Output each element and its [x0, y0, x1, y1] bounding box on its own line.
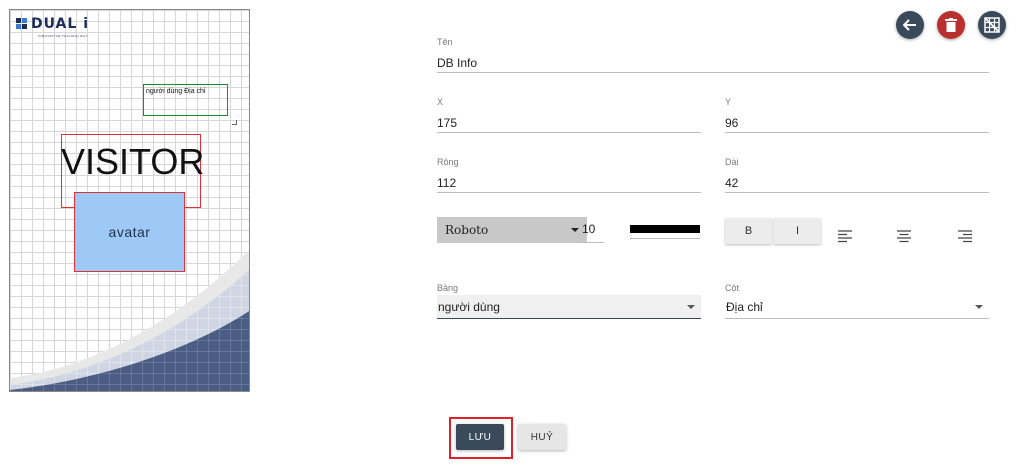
- delete-button[interactable]: [937, 11, 965, 39]
- column-value: Địa chỉ: [726, 299, 763, 314]
- width-label: Rộng: [437, 157, 459, 167]
- visitor-text: VISITOR: [61, 141, 205, 182]
- selected-text-field[interactable]: người dùng Địa chỉ: [143, 84, 228, 116]
- italic-toggle[interactable]: I: [774, 218, 821, 244]
- save-button[interactable]: LƯU: [456, 424, 504, 450]
- name-value[interactable]: DB Info: [437, 56, 989, 70]
- avatar-label: avatar: [108, 224, 151, 240]
- align-right-icon[interactable]: [958, 230, 972, 243]
- table-label: Bảng: [437, 283, 459, 293]
- width-value[interactable]: 112: [437, 176, 701, 190]
- logo-tagline: INNOVATIVE TECHNOLOGY: [38, 34, 89, 38]
- card-canvas[interactable]: DUAL i INNOVATIVE TECHNOLOGY người dùng …: [9, 9, 250, 392]
- y-label: Y: [725, 97, 732, 107]
- text-color-swatch[interactable]: [630, 225, 700, 233]
- x-field[interactable]: X 175: [437, 97, 701, 133]
- x-label: X: [437, 97, 444, 107]
- column-select[interactable]: Địa chỉ: [725, 295, 989, 319]
- grid-off-icon: [984, 17, 1000, 33]
- y-value[interactable]: 96: [725, 116, 989, 130]
- chevron-down-icon: [687, 304, 695, 309]
- table-label-wrap: Bảng: [437, 283, 701, 295]
- height-value[interactable]: 42: [725, 176, 989, 190]
- font-size-input[interactable]: 10: [582, 222, 604, 243]
- name-field[interactable]: Tên DB Info: [437, 37, 989, 73]
- height-label: Dài: [725, 157, 739, 167]
- trash-icon: [945, 18, 957, 32]
- align-center-icon[interactable]: [897, 230, 911, 243]
- x-value[interactable]: 175: [437, 116, 701, 130]
- column-label: Cột: [725, 283, 740, 293]
- name-label: Tên: [437, 37, 453, 47]
- font-family-value: Roboto: [445, 223, 489, 237]
- column-label-wrap: Cột: [725, 283, 989, 295]
- back-button[interactable]: [896, 11, 924, 39]
- logo-text: DUAL i: [31, 16, 89, 32]
- toggle-grid-button[interactable]: [978, 11, 1006, 39]
- arrow-left-icon: [903, 19, 916, 31]
- color-underline: [630, 238, 700, 239]
- y-field[interactable]: Y 96: [725, 97, 989, 133]
- chevron-down-icon: [975, 304, 983, 309]
- company-logo: DUAL i: [16, 16, 89, 32]
- table-select[interactable]: người dùng: [437, 295, 701, 319]
- avatar-placeholder[interactable]: avatar: [74, 192, 185, 272]
- cancel-button[interactable]: HUỶ: [518, 424, 566, 450]
- logo-icon: [16, 18, 27, 29]
- bold-toggle[interactable]: B: [725, 218, 772, 244]
- align-left-icon[interactable]: [838, 230, 852, 243]
- resize-handle[interactable]: [232, 120, 237, 125]
- height-field[interactable]: Dài 42: [725, 157, 989, 193]
- width-field[interactable]: Rộng 112: [437, 157, 701, 193]
- table-value: người dùng: [438, 299, 500, 314]
- font-family-select[interactable]: Roboto: [437, 217, 587, 243]
- chevron-down-icon: [571, 228, 579, 232]
